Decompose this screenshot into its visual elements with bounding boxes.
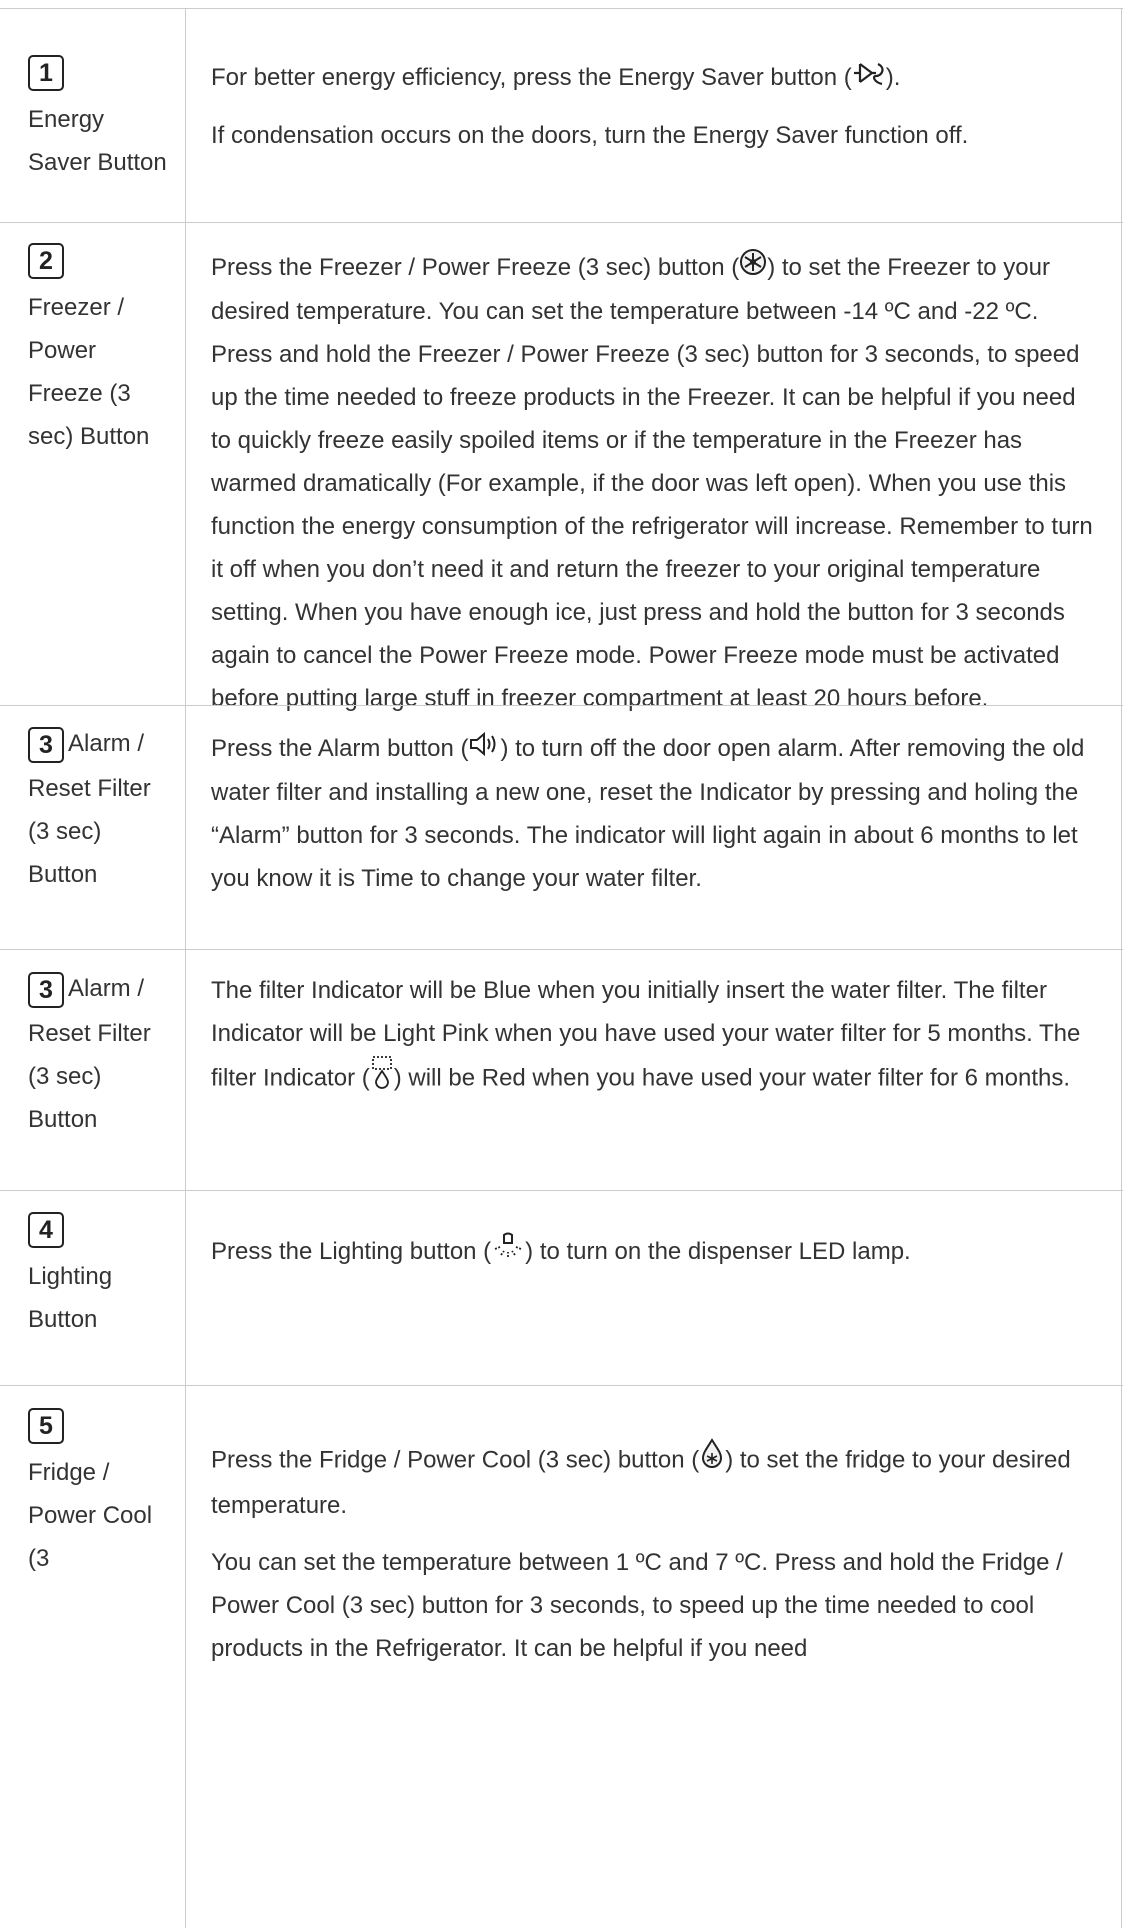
filter-indicator-icon	[370, 1055, 394, 1103]
freezer-icon	[739, 247, 767, 290]
row-label-cell: 3 Alarm / Reset Filter (3 sec) Button	[28, 967, 168, 1141]
row-label-cell: 5 Fridge / Power Cool (3	[28, 1403, 168, 1580]
row-label-cell: 1 Energy Saver Button	[28, 50, 168, 184]
fridge-icon	[699, 1438, 725, 1484]
row-description-cell: Press the Alarm button () to turn off th…	[211, 727, 1101, 900]
row-description-cell: For better energy efficiency, press the …	[211, 56, 1101, 157]
description-paragraph: If condensation occurs on the doors, tur…	[211, 122, 969, 150]
energy-saver-icon	[852, 57, 886, 100]
row-label-cell: 2 Freezer / Power Freeze (3 sec) Button	[28, 238, 168, 458]
alarm-icon	[468, 728, 500, 771]
row-label-cell: 3 Alarm / Reset Filter (3 sec) Button	[28, 722, 168, 896]
description-paragraph: Press the Lighting button () to turn on …	[211, 1230, 1101, 1275]
row-label-cell: 4 Lighting Button	[28, 1207, 168, 1341]
row-label: Freezer / Power Freeze (3 sec) Button	[28, 294, 150, 450]
number-badge: 3	[28, 726, 64, 763]
row-description-cell: Press the Fridge / Power Cool (3 sec) bu…	[211, 1438, 1101, 1670]
table-row	[0, 1190, 1123, 1386]
description-paragraph: Press the Alarm button () to turn off th…	[211, 727, 1101, 900]
row-label: Fridge / Power Cool (3	[28, 1459, 153, 1572]
row-description-cell: Press the Lighting button () to turn on …	[211, 1230, 1101, 1275]
description-paragraph: For better energy efficiency, press the …	[211, 56, 1101, 100]
number-badge: 3	[28, 971, 64, 1008]
lighting-icon	[491, 1231, 525, 1275]
row-description-cell: The filter Indicator will be Blue when y…	[211, 969, 1101, 1103]
number-badge: 4	[28, 1211, 64, 1248]
row-label: Lighting Button	[28, 1263, 113, 1333]
description-paragraph: Press the Freezer / Power Freeze (3 sec)…	[211, 246, 1101, 720]
number-badge: 1	[28, 54, 64, 91]
number-badge: 2	[28, 242, 64, 279]
description-paragraph: The filter Indicator will be Blue when y…	[211, 969, 1101, 1103]
description-paragraph: Press the Fridge / Power Cool (3 sec) bu…	[211, 1438, 1101, 1527]
row-label: Energy Saver Button	[28, 106, 167, 176]
description-paragraph: You can set the temperature between 1 ºC…	[211, 1549, 1063, 1662]
row-description-cell: Press the Freezer / Power Freeze (3 sec)…	[211, 246, 1101, 720]
number-badge: 5	[28, 1407, 64, 1444]
